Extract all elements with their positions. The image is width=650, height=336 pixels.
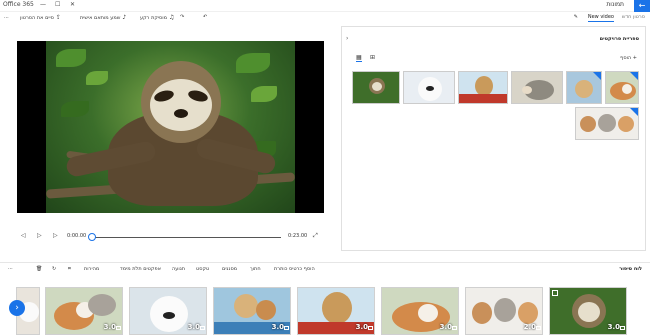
playback-controls: ◁ ▷ ▷ 0:00.00 0:23.00 ⤢ [17, 230, 324, 244]
fullscreen-icon[interactable]: ⤢ [313, 232, 318, 240]
background-music-label: מוסיקת רקע [140, 15, 168, 21]
video-preview[interactable] [17, 41, 324, 213]
storyboard-clip[interactable]: 3.0 [297, 287, 375, 335]
clip-duration: 2.0 [523, 323, 536, 331]
image-icon [368, 326, 373, 330]
seek-bar[interactable] [91, 237, 281, 238]
image-icon [200, 326, 205, 330]
minimize-button[interactable]: — [40, 1, 46, 8]
image-icon [284, 326, 289, 330]
storyboard: › 3.0 3.0 3.0 3.0 3.0 2.0 3.0 [0, 283, 650, 336]
export-icon: ⇪ [55, 14, 61, 21]
seek-handle[interactable] [88, 233, 96, 241]
previous-frame-icon[interactable]: ◁ [21, 232, 26, 239]
maximize-button[interactable]: ☐ [55, 1, 60, 8]
chevron-right-icon: › [15, 303, 19, 313]
list-view-icon[interactable]: ⊞ [370, 54, 375, 61]
storyboard-clip[interactable]: 3.0 [129, 287, 207, 335]
effects-3d-button[interactable]: אפקטים תלת מימד [120, 266, 161, 272]
scroll-next-button[interactable]: › [9, 300, 25, 316]
undo-icon[interactable]: ↶ [203, 14, 207, 20]
more-button[interactable]: ... [4, 14, 9, 20]
rotate-icon[interactable]: ↻ [52, 266, 56, 272]
finish-video-button[interactable]: סיים את הסרטון ⇪ [20, 14, 61, 21]
audio-icon: ♪ [122, 14, 127, 21]
library-item-guinea-pig[interactable] [605, 71, 639, 104]
image-icon [536, 326, 541, 330]
storyboard-clip[interactable]: 3.0 [213, 287, 291, 335]
grid-view-icon[interactable]: ▦ [356, 54, 362, 62]
storyboard-clip[interactable]: 3.0 [549, 287, 627, 335]
image-icon [116, 326, 121, 330]
more-options-icon[interactable]: ⋯ [8, 266, 13, 272]
clip-duration: 3.0 [355, 323, 368, 331]
next-frame-icon[interactable]: ▷ [53, 232, 58, 239]
total-time: 0:23.00 [288, 233, 308, 239]
project-library: › ספריית פרויקטים הוסף + ▦ ⊞ [341, 26, 646, 251]
finish-video-label: סיים את הסרטון [20, 15, 54, 21]
custom-audio-label: שמע מותאם אישית [80, 15, 121, 21]
project-name[interactable]: סרטון חדש [622, 14, 645, 20]
background-music-button[interactable]: מוסיקת רקע ♫ [140, 14, 174, 21]
library-item-puppy[interactable] [458, 71, 508, 104]
speed-button[interactable]: מהירות [84, 266, 99, 272]
app-title: תמונות [606, 1, 624, 8]
library-item-pomeranian[interactable] [403, 71, 455, 104]
arrow-left-icon: ← [638, 1, 646, 10]
storyboard-clip[interactable]: 2.0 [465, 287, 543, 335]
clip-duration: 3.0 [103, 323, 116, 331]
storyboard-clip[interactable]: 3.0 [45, 287, 123, 335]
library-item-sloth[interactable] [352, 71, 400, 104]
storyboard-clip[interactable]: 3.0 [381, 287, 459, 335]
close-button[interactable]: ✕ [70, 1, 75, 8]
library-title: ספריית פרויקטים [599, 36, 639, 42]
plus-icon: + [632, 55, 637, 61]
clip-duration: 3.0 [187, 323, 200, 331]
clip-checkbox[interactable] [552, 290, 558, 296]
new-video-button[interactable]: New video [587, 14, 614, 22]
delete-icon[interactable]: 🗑 [36, 266, 42, 272]
brand-label: Office 365 [3, 1, 34, 8]
library-item-hedgehog[interactable] [511, 71, 563, 104]
music-icon: ♫ [169, 14, 175, 21]
add-label: הוסף [620, 55, 632, 61]
clip-duration: 3.0 [439, 323, 452, 331]
add-media-button[interactable]: הוסף + [620, 55, 637, 61]
crop-icon[interactable]: ⌗ [68, 266, 71, 272]
title-bar: ← תמונות Office 365 — ☐ ✕ [0, 0, 650, 12]
clip-duration: 3.0 [271, 323, 284, 331]
top-toolbar: ... סיים את הסרטון ⇪ שמע מותאם אישית ♪ מוס… [0, 12, 650, 26]
add-title-card-button[interactable]: הוסף כרטיס כותרת [274, 266, 315, 272]
redo-icon[interactable]: ↷ [180, 14, 184, 20]
back-button[interactable]: ← [634, 0, 650, 12]
motion-button[interactable]: תנועה [172, 266, 185, 272]
library-item-dogs[interactable] [566, 71, 602, 104]
collapse-library-icon[interactable]: › [346, 35, 348, 42]
trim-button[interactable]: חתוך [250, 266, 261, 272]
filters-button[interactable]: מסננים [222, 266, 237, 272]
storyboard-toolbar: ⋯ 🗑 ↻ ⌗ מהירות אפקטים תלת מימד תנועה טקס… [0, 262, 650, 274]
play-icon[interactable]: ▷ [37, 232, 42, 239]
edit-icon[interactable]: ✎ [574, 14, 578, 20]
current-time: 0:00.00 [67, 233, 87, 239]
image-icon [620, 326, 625, 330]
custom-audio-button[interactable]: שמע מותאם אישית ♪ [80, 14, 126, 21]
library-item-kittens[interactable] [575, 107, 639, 140]
text-button[interactable]: טקסט [196, 266, 209, 272]
storyboard-title: לוח סיפור [619, 266, 642, 272]
preview-image [46, 41, 295, 213]
image-icon [452, 326, 457, 330]
clip-duration: 3.0 [607, 323, 620, 331]
